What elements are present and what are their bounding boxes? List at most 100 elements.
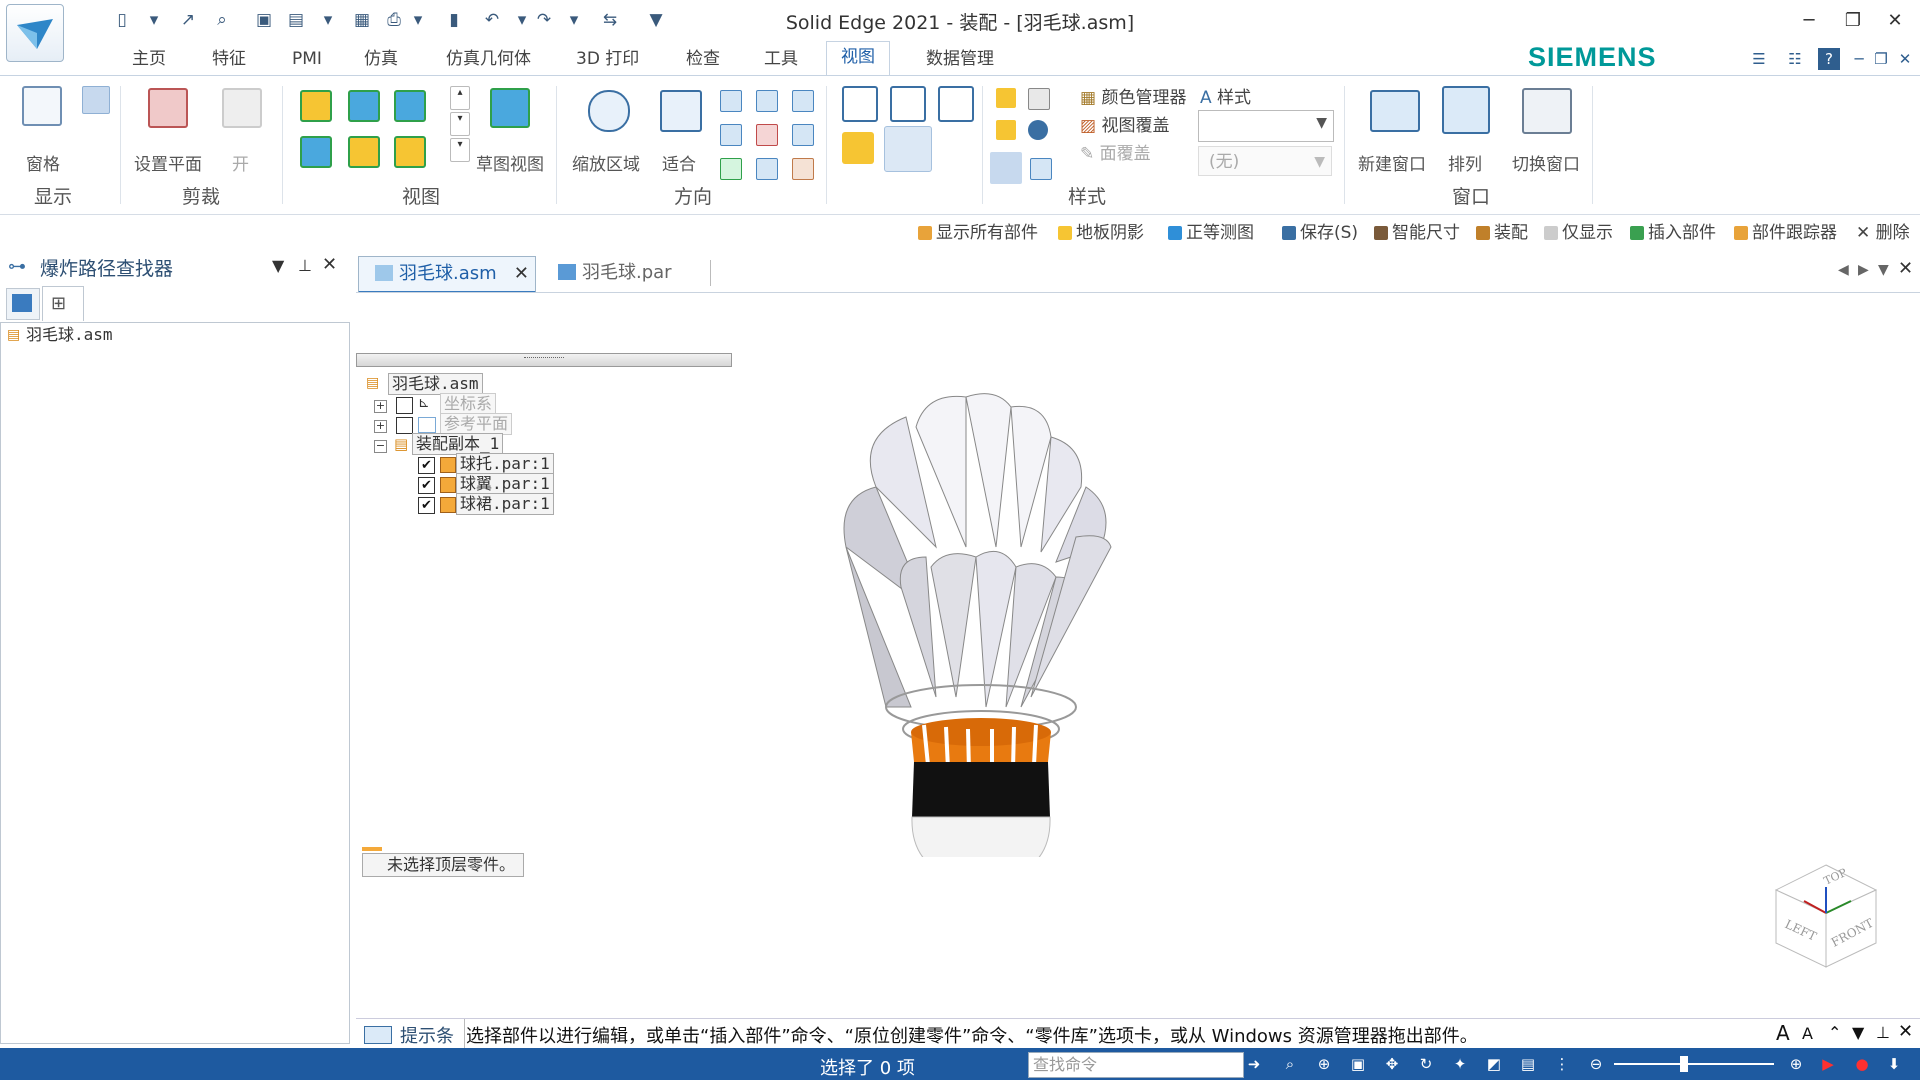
zoom-slider[interactable] xyxy=(1614,1063,1774,1065)
previous-view-icon[interactable] xyxy=(792,90,814,112)
view-layout-2-icon[interactable] xyxy=(348,90,380,122)
close-tab-icon[interactable]: ✕ xyxy=(514,257,529,291)
tree-reference-planes[interactable]: 参考平面 xyxy=(440,413,513,435)
minimize-icon[interactable]: ─ xyxy=(1794,8,1824,34)
expand-icon[interactable]: + xyxy=(374,420,387,433)
sketch-view-icon[interactable] xyxy=(490,88,530,128)
record-video-icon[interactable]: ▶ xyxy=(1818,1054,1838,1074)
tab-simulation[interactable]: 仿真 xyxy=(364,44,398,74)
render-mode-icon[interactable]: ◩ xyxy=(1484,1054,1504,1074)
show-all-parts-button[interactable]: 显示所有部件 xyxy=(918,218,1038,248)
shaded-icon[interactable] xyxy=(842,132,874,164)
rotate-icon[interactable]: ↻ xyxy=(1416,1054,1436,1074)
prompt-pin-icon[interactable]: ⊥ xyxy=(1876,1023,1890,1042)
visible-edges-icon[interactable] xyxy=(890,86,926,122)
smart-dimension-button[interactable]: 智能尺寸 xyxy=(1374,218,1460,248)
view-layout-6-icon[interactable] xyxy=(394,136,426,168)
tab-pathfinder[interactable] xyxy=(6,288,40,320)
tree-root[interactable]: 羽毛球.asm xyxy=(388,373,483,395)
doc-tab-par[interactable]: 羽毛球.par xyxy=(552,256,708,290)
part-tracker-button[interactable]: 部件跟踪器 xyxy=(1734,218,1837,248)
tab-inspect[interactable]: 检查 xyxy=(686,44,720,74)
ribbon-option-icon[interactable]: ☰ xyxy=(1748,48,1770,70)
clip-on-icon[interactable] xyxy=(222,88,262,128)
scroll-down-icon[interactable]: ▾ xyxy=(450,112,470,136)
render-option-1-icon[interactable] xyxy=(996,88,1016,108)
style-combo[interactable]: ▼ xyxy=(1198,110,1334,142)
tab-view[interactable]: 视图 xyxy=(826,41,890,76)
fit-button[interactable]: 适合 xyxy=(662,150,696,175)
view-layout-4-icon[interactable] xyxy=(300,136,332,168)
tab-pmi[interactable]: PMI xyxy=(292,44,322,74)
arrange-icon[interactable] xyxy=(1442,86,1490,134)
render-option-3-icon[interactable] xyxy=(996,120,1016,140)
display-toggle-icon[interactable] xyxy=(82,86,110,114)
pane-close-icon[interactable]: ✕ xyxy=(322,254,337,275)
sketch-view-button[interactable]: 草图视图 xyxy=(476,150,544,175)
delete-button[interactable]: ✕ 删除 xyxy=(1856,218,1910,248)
pane-menu-icon[interactable]: ▼ xyxy=(272,256,284,275)
insert-part-button[interactable]: 插入部件 xyxy=(1630,218,1716,248)
expand-up-icon[interactable]: ⌃ xyxy=(1828,1023,1841,1042)
zoom-icon[interactable]: ⊕ xyxy=(1314,1054,1334,1074)
show-only-button[interactable]: 仅显示 xyxy=(1544,218,1613,248)
zoom-area-icon[interactable]: ⌕ xyxy=(1280,1054,1300,1074)
scroll-tabs-right-icon[interactable]: ▶ xyxy=(1858,262,1869,278)
view-layout-5-icon[interactable] xyxy=(348,136,380,168)
tab-list-icon[interactable]: ▼ xyxy=(1878,262,1889,278)
windows-icon[interactable]: ▤ xyxy=(1518,1054,1538,1074)
shuttlecock-model[interactable] xyxy=(816,377,1196,857)
tab-home[interactable]: 主页 xyxy=(132,44,166,74)
set-plane-button[interactable]: 设置平面 xyxy=(134,150,202,175)
switch-window-button[interactable]: 切换窗口 xyxy=(1512,150,1580,175)
pathfinder-drag-handle[interactable] xyxy=(356,353,732,367)
tab-tools[interactable]: 工具 xyxy=(764,44,798,74)
fit-icon[interactable]: ▣ xyxy=(1348,1054,1368,1074)
view-orient-icon[interactable] xyxy=(792,158,814,180)
font-increase-icon[interactable]: A xyxy=(1776,1021,1790,1045)
expand-icon[interactable]: + xyxy=(374,400,387,413)
layers-icon[interactable]: ⋮ xyxy=(1552,1054,1572,1074)
pin-icon[interactable]: ⊥ xyxy=(298,256,312,275)
look-at-face-icon[interactable] xyxy=(792,124,814,146)
styles-button[interactable]: A 样式 xyxy=(1200,83,1251,108)
font-decrease-icon[interactable]: A xyxy=(1802,1024,1813,1043)
panes-icon[interactable] xyxy=(22,86,62,126)
rotate-icon[interactable] xyxy=(720,124,742,146)
zoom-slider-thumb[interactable] xyxy=(1680,1056,1688,1072)
pan-icon[interactable] xyxy=(756,90,778,112)
doc-close-icon[interactable]: ✕ xyxy=(1894,48,1916,70)
tab-3d-print[interactable]: 3D 打印 xyxy=(576,44,639,74)
tab-features[interactable]: 特征 xyxy=(212,44,246,74)
wireframe-icon[interactable] xyxy=(842,86,878,122)
sketch-view-icon[interactable]: ✦ xyxy=(1450,1054,1470,1074)
view-overrides-button[interactable]: ▨ 视图覆盖 xyxy=(1080,111,1169,136)
tab-data-management[interactable]: 数据管理 xyxy=(926,44,994,74)
switch-window-icon[interactable] xyxy=(1522,88,1572,134)
checkbox[interactable] xyxy=(396,397,413,414)
arrow-icon[interactable]: ➜ xyxy=(1244,1054,1264,1074)
named-views-icon[interactable] xyxy=(756,158,778,180)
tab-explode-path[interactable]: ⊞ xyxy=(42,286,84,321)
save-button[interactable]: 保存(S) xyxy=(1282,218,1358,248)
floor-shadow-button[interactable]: 地板阴影 xyxy=(1058,218,1144,248)
hidden-edges-icon[interactable] xyxy=(938,86,974,122)
record-icon[interactable]: ● xyxy=(1852,1054,1872,1074)
close-icon[interactable]: ✕ xyxy=(1880,8,1910,34)
zoom-in-icon[interactable]: ⊕ xyxy=(1786,1054,1806,1074)
doc-minimize-icon[interactable]: ─ xyxy=(1848,48,1870,70)
tree-part-wing[interactable]: 球翼.par:1 xyxy=(456,473,554,495)
ribbon-layout-icon[interactable]: ☷ xyxy=(1784,48,1806,70)
tree-item-root[interactable]: 羽毛球.asm xyxy=(23,325,116,345)
new-window-icon[interactable] xyxy=(1370,90,1420,132)
clip-on-button[interactable]: 开 xyxy=(232,150,249,175)
view-layout-3-icon[interactable] xyxy=(394,90,426,122)
view-cube[interactable]: TOP LEFT FRONT xyxy=(1766,855,1886,975)
doc-tab-asm[interactable]: 羽毛球.asm ✕ xyxy=(358,256,536,294)
render-option-2-icon[interactable] xyxy=(1028,88,1050,110)
tree-part-base[interactable]: 球托.par:1 xyxy=(456,453,554,475)
style-value-combo[interactable]: (无) ▼ xyxy=(1198,146,1332,176)
notifications-icon[interactable]: ⬇ xyxy=(1884,1054,1904,1074)
checkbox[interactable] xyxy=(396,417,413,434)
close-doc-icon[interactable]: ✕ xyxy=(1898,258,1913,279)
